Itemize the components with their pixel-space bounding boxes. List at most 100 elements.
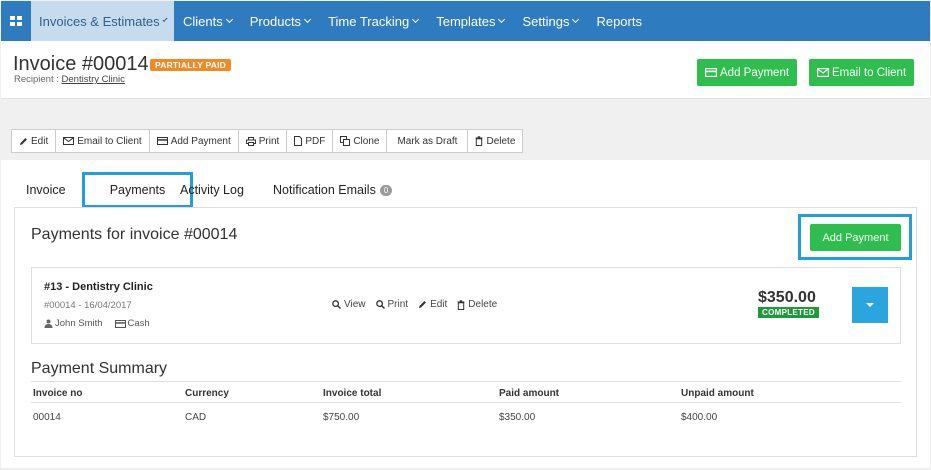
table-row: 00014 CAD $750.00 $350.00 $400.00 (31, 403, 901, 429)
header-add-payment-button[interactable]: Add Payment (697, 59, 798, 86)
printer-icon (245, 136, 256, 146)
nav-label: Reports (596, 13, 642, 29)
action-label: Edit (430, 299, 448, 310)
header-paid-amount: Paid amount (499, 388, 560, 399)
cell-invoice-total: $750.00 (323, 412, 360, 423)
edit-button[interactable]: Edit (12, 130, 57, 152)
payments-panel: Payments for invoice #00014 Add Payment … (14, 207, 917, 457)
recipient-line: Recipient : Dentistry Clinic (14, 74, 125, 85)
print-button[interactable]: Print (239, 130, 288, 152)
search-icon (332, 300, 341, 309)
summary-header-row: Invoice no Currency Invoice total Paid a… (31, 381, 901, 403)
mark-as-draft-button[interactable]: Mark as Draft (387, 130, 469, 152)
delete-button[interactable]: Delete (468, 130, 522, 152)
view-payment-link[interactable]: View (332, 299, 366, 310)
trash-icon (475, 136, 483, 146)
header-currency: Currency (185, 388, 229, 399)
apps-grid-icon[interactable] (1, 1, 31, 41)
panel-add-payment-button[interactable]: Add Payment (810, 224, 901, 251)
method-name: Cash (127, 318, 150, 329)
nav-reports[interactable]: Reports (587, 1, 651, 41)
action-toolbar: Edit Email to Client Add Payment Print P… (11, 129, 524, 153)
tab-activity-log[interactable]: Activity Log (180, 172, 244, 208)
payment-card: #13 - Dentistry Clinic #00014 - 16/04/20… (31, 267, 901, 344)
credit-card-icon (156, 137, 168, 145)
recipient-link[interactable]: Dentistry Clinic (62, 74, 125, 85)
add-payment-button[interactable]: Add Payment (150, 130, 239, 152)
tab-invoice[interactable]: Invoice (26, 172, 66, 208)
chevron-down-icon (498, 15, 506, 24)
header-email-client-button[interactable]: Email to Client (809, 59, 915, 86)
button-label: Email to Client (77, 135, 142, 147)
button-label: PDF (305, 135, 326, 147)
search-icon (375, 300, 385, 309)
header-unpaid-amount: Unpaid amount (681, 388, 754, 399)
nav-products[interactable]: Products (241, 1, 319, 41)
nav-label: Settings (522, 13, 570, 29)
notification-count-badge: 0 (379, 184, 393, 196)
action-label: Delete (468, 299, 498, 310)
payment-user: John Smith (44, 318, 103, 329)
page-title: Invoice #00014 (13, 53, 149, 75)
cell-currency: CAD (185, 412, 207, 423)
button-label: Print (258, 135, 280, 147)
delete-payment-link[interactable]: Delete (457, 299, 497, 310)
trash-icon (457, 299, 465, 310)
payment-meta: John Smith Cash (44, 318, 150, 329)
button-label: Email to Client (832, 66, 907, 79)
payment-status-badge: COMPLETED (758, 307, 819, 318)
summary-table: Invoice no Currency Invoice total Paid a… (31, 381, 901, 429)
payment-title: #13 - Dentistry Clinic (44, 281, 153, 293)
tab-label: Notification Emails (273, 183, 376, 197)
nav-invoices-estimates[interactable]: Invoices & Estimates (31, 1, 174, 41)
edit-payment-link[interactable]: Edit (418, 299, 447, 310)
chevron-down-icon (162, 16, 168, 23)
recipient-label: Recipient : (14, 74, 59, 85)
user-icon (44, 319, 53, 328)
payment-actions: View Print Edit Delete (332, 299, 497, 310)
credit-card-icon (114, 319, 126, 328)
tab-payments[interactable]: Payments (82, 172, 193, 208)
pdf-file-icon (294, 136, 303, 146)
button-label: Clone (353, 135, 380, 147)
nav-label: Products (249, 13, 302, 29)
cell-invoice-no: 00014 (33, 412, 61, 423)
nav-clients[interactable]: Clients (174, 1, 241, 41)
user-name: John Smith (55, 318, 103, 329)
chevron-down-icon (572, 15, 580, 24)
nav-time-tracking[interactable]: Time Tracking (319, 1, 427, 41)
clone-button[interactable]: Clone (333, 130, 388, 152)
payment-amount: $350.00 (758, 289, 816, 306)
print-payment-link[interactable]: Print (375, 299, 409, 310)
action-label: View (344, 299, 366, 310)
email-client-button[interactable]: Email to Client (56, 130, 150, 152)
nav-label: Time Tracking (328, 13, 410, 29)
caret-down-icon (866, 303, 874, 307)
copy-icon (340, 136, 351, 146)
nav-templates[interactable]: Templates (427, 1, 513, 41)
envelope-icon (63, 137, 75, 145)
credit-card-icon (705, 68, 717, 77)
nav-label: Invoices & Estimates (39, 13, 160, 29)
chevron-down-icon (304, 15, 312, 24)
chevron-down-icon (225, 15, 233, 24)
pencil-icon (419, 301, 427, 308)
add-payment-highlight: Add Payment (798, 214, 912, 260)
header-invoice-no: Invoice no (33, 388, 83, 399)
nav-settings[interactable]: Settings (513, 1, 587, 41)
tab-notification-emails[interactable]: Notification Emails 0 (273, 172, 393, 208)
status-badge: PARTIALLY PAID (150, 59, 231, 71)
button-label: Delete (486, 135, 516, 147)
payment-method: Cash (114, 318, 150, 329)
button-label: Edit (31, 135, 49, 147)
chevron-down-icon (412, 15, 420, 24)
nav-label: Clients (183, 13, 223, 29)
action-label: Print (387, 299, 409, 310)
top-nav: Invoices & Estimates Clients Products Ti… (1, 1, 930, 41)
payment-dropdown-button[interactable] (852, 287, 888, 323)
pdf-button[interactable]: PDF (287, 130, 334, 152)
summary-title: Payment Summary (31, 360, 168, 377)
button-label: Add Payment (170, 135, 231, 147)
payment-reference: #00014 - 16/04/2017 (44, 300, 132, 311)
cell-unpaid-amount: $400.00 (681, 412, 718, 423)
